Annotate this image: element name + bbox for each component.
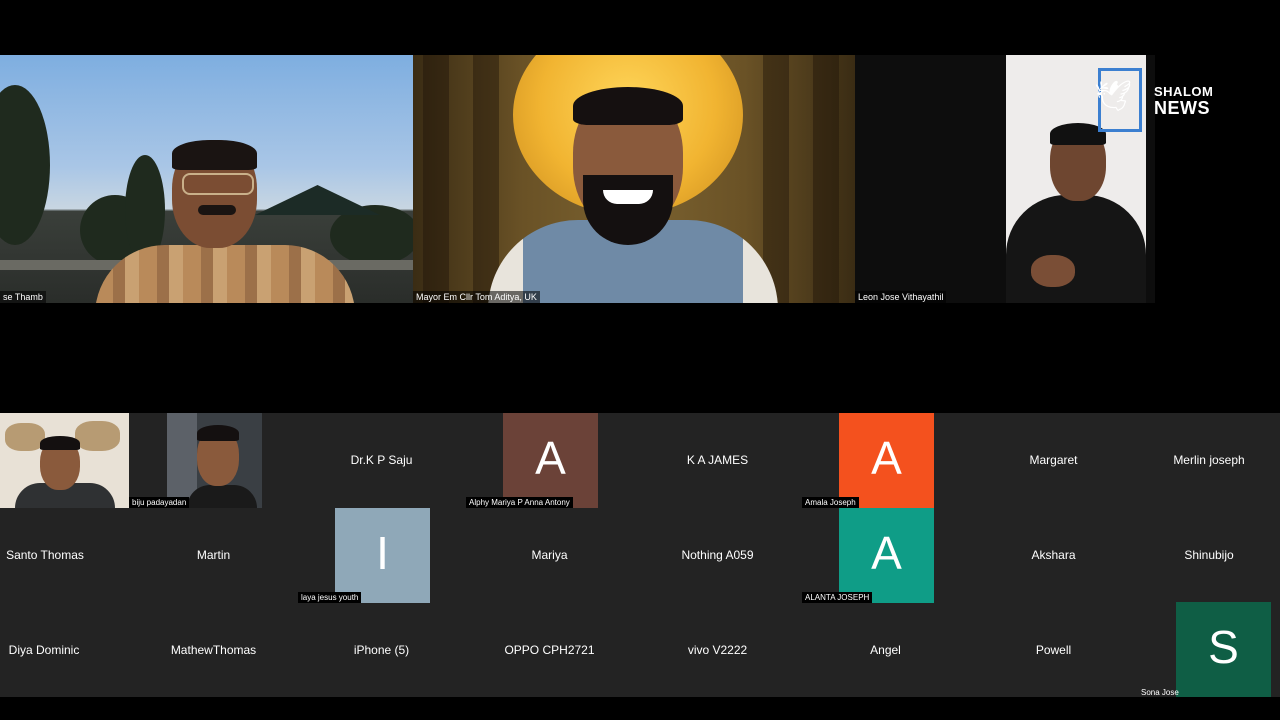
participant-name: Martin bbox=[196, 548, 231, 562]
person-hand bbox=[1031, 255, 1075, 287]
participant-tile[interactable]: iPhone (5) bbox=[298, 603, 465, 698]
pillar-shape bbox=[813, 55, 839, 303]
participant-video bbox=[167, 413, 262, 508]
speaker-video-tile[interactable]: Mayor Em Cllr Tom Aditya, UK bbox=[413, 55, 855, 303]
participant-tile[interactable]: K A JAMES bbox=[634, 413, 801, 508]
participant-avatar: A bbox=[503, 413, 598, 508]
participant-tile[interactable]: Akshara bbox=[970, 508, 1137, 603]
mustache-shape bbox=[198, 205, 236, 215]
person-body bbox=[95, 245, 355, 303]
glasses-shape bbox=[182, 173, 254, 195]
pillar-shape bbox=[423, 55, 449, 303]
participant-name: Akshara bbox=[1031, 548, 1076, 562]
person-body bbox=[1006, 195, 1146, 303]
participant-name: Shinubijo bbox=[1184, 548, 1234, 562]
participant-tile[interactable]: Powell bbox=[970, 603, 1137, 698]
avatar-initial: A bbox=[535, 432, 566, 484]
person-hair bbox=[40, 436, 80, 450]
participant-name: OPPO CPH2721 bbox=[504, 643, 595, 657]
participant-name: Diya Dominic bbox=[8, 643, 80, 657]
logo-text-line2: NEWS bbox=[1154, 98, 1210, 118]
speaker-name-label: se Thamb bbox=[0, 291, 46, 303]
tree-shape bbox=[0, 85, 50, 245]
participant-tile[interactable]: OPPO CPH2721 bbox=[466, 603, 633, 698]
participant-tile[interactable]: Margaret bbox=[970, 413, 1137, 508]
participant-tile[interactable]: A ALANTA JOSEPH bbox=[802, 508, 969, 603]
participant-name: laya jesus youth bbox=[298, 592, 362, 603]
participant-avatar: A bbox=[839, 508, 934, 603]
participant-name: Santo Thomas bbox=[6, 548, 84, 562]
participant-name: Alphy Mariya P Anna Antony bbox=[466, 497, 573, 508]
speaker-video-tile[interactable]: se Thamb bbox=[0, 55, 413, 303]
participant-name: Margaret bbox=[1029, 453, 1078, 467]
participant-tile[interactable]: Santo Thomas bbox=[0, 508, 90, 603]
person-hair bbox=[197, 425, 239, 441]
participant-tile[interactable]: MathewThomas bbox=[130, 603, 297, 698]
participant-tile[interactable]: biju padayadan bbox=[0, 413, 262, 508]
participant-tile[interactable]: Merlin joseph bbox=[1138, 413, 1280, 508]
participant-tile[interactable]: Mariya bbox=[466, 508, 633, 603]
person-body bbox=[187, 485, 257, 508]
participant-tile[interactable]: S Sona Jose bbox=[1138, 602, 1280, 698]
participant-tile[interactable]: A Alphy Mariya P Anna Antony bbox=[466, 413, 633, 508]
smile-shape bbox=[603, 190, 653, 204]
participant-name: Powell bbox=[1035, 643, 1072, 657]
middle-letterbox bbox=[0, 303, 1280, 413]
participant-avatar: A bbox=[839, 413, 934, 508]
participant-tile[interactable]: Dr.K P Saju bbox=[298, 413, 465, 508]
participant-name: Merlin joseph bbox=[1173, 453, 1245, 467]
participant-name: Mariya bbox=[531, 548, 568, 562]
top-letterbox bbox=[0, 0, 1280, 55]
participant-name: biju padayadan bbox=[129, 497, 190, 508]
avatar-initial: A bbox=[871, 432, 902, 484]
umbrella-shape bbox=[255, 185, 380, 215]
participant-name: MathewThomas bbox=[170, 643, 257, 657]
map-shape bbox=[5, 423, 45, 451]
avatar-initial: A bbox=[871, 527, 902, 579]
avatar-initial: I bbox=[376, 527, 389, 579]
participant-name: Dr.K P Saju bbox=[350, 453, 413, 467]
logo-text-line1: SHALOM bbox=[1154, 84, 1214, 99]
person-hair bbox=[573, 87, 683, 125]
bottom-letterbox bbox=[0, 697, 1280, 720]
participant-name: vivo V2222 bbox=[687, 643, 748, 657]
dove-icon: 🕊 bbox=[1094, 80, 1133, 113]
avatar-initial: S bbox=[1208, 621, 1239, 673]
participant-tile[interactable]: Shinubijo bbox=[1138, 508, 1280, 603]
participant-tile[interactable]: Martin bbox=[130, 508, 297, 603]
participant-tile[interactable]: A Amala Joseph bbox=[802, 413, 969, 508]
participant-video bbox=[0, 413, 129, 508]
participant-tile[interactable]: Nothing A059 bbox=[634, 508, 801, 603]
participant-name: Angel bbox=[870, 643, 901, 657]
map-shape bbox=[75, 421, 120, 451]
participant-tile[interactable]: vivo V2222 bbox=[634, 603, 801, 698]
participant-tile[interactable]: I laya jesus youth bbox=[298, 508, 465, 603]
pillar-shape bbox=[473, 55, 499, 303]
participant-avatar: I bbox=[335, 508, 430, 603]
participant-grid: biju padayadan Dr.K P Saju A Alphy Mariy… bbox=[0, 413, 1280, 697]
shalom-news-logo: 🕊 SHALOM NEWS bbox=[1094, 68, 1248, 138]
participant-name: ALANTA JOSEPH bbox=[802, 592, 873, 603]
participant-name: iPhone (5) bbox=[353, 643, 410, 657]
participant-name: Amala Joseph bbox=[802, 497, 859, 508]
participant-tile[interactable]: Diya Dominic bbox=[0, 603, 88, 698]
participant-name: Nothing A059 bbox=[681, 548, 754, 562]
person-hair bbox=[172, 140, 257, 170]
participant-tile[interactable]: Angel bbox=[802, 603, 969, 698]
speaker-name-label: Leon Jose Vithayathil bbox=[855, 291, 947, 303]
speaker-name-label: Mayor Em Cllr Tom Aditya, UK bbox=[413, 291, 540, 303]
participant-avatar: S bbox=[1176, 602, 1271, 697]
participant-name: K A JAMES bbox=[686, 453, 749, 467]
